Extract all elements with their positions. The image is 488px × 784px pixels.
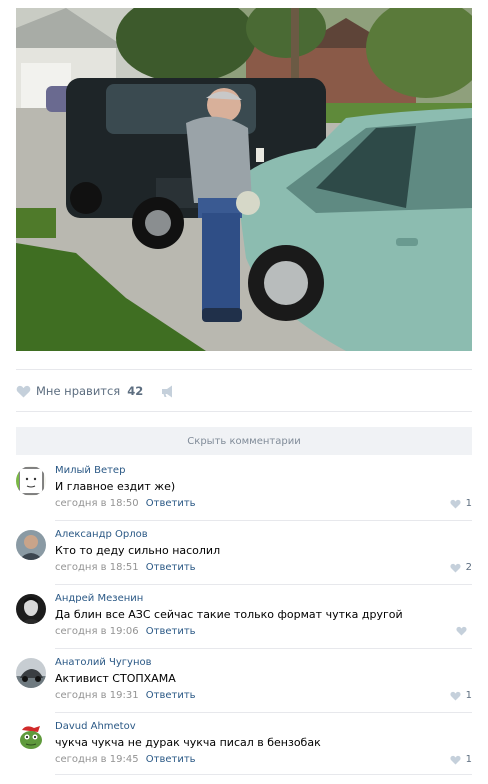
comment-like-count: 1: [465, 754, 472, 765]
comment-text: Активист СТОПХАМА: [55, 672, 176, 685]
avatar-dark-portrait[interactable]: [16, 594, 46, 624]
avatar-frog-cartoon[interactable]: [16, 722, 46, 752]
divider: [16, 369, 472, 370]
divider: [55, 774, 472, 775]
comment-author[interactable]: Davud Ahmetov: [55, 721, 136, 732]
comment-author[interactable]: Анатолий Чугунов: [55, 657, 152, 668]
comment-time[interactable]: сегодня в 19:31: [55, 690, 139, 701]
avatar-sketch-face[interactable]: [16, 466, 46, 496]
comment-text: Да блин все АЗС сейчас такие только форм…: [55, 608, 403, 621]
comment-like-button[interactable]: 1: [450, 498, 472, 509]
comments-list: Милый Ветер И главное ездит же) сегодня …: [16, 456, 472, 776]
comment-like-count: 1: [465, 498, 472, 509]
reply-button[interactable]: Ответить: [146, 690, 196, 701]
comment-time[interactable]: сегодня в 18:51: [55, 562, 139, 573]
divider: [16, 411, 472, 412]
comment-meta: сегодня в 18:50 Ответить: [55, 498, 196, 509]
hide-comments-button[interactable]: Скрыть комментарии: [16, 427, 472, 455]
comment-item: Андрей Мезенин Да блин все АЗС сейчас та…: [16, 584, 472, 648]
comment-author[interactable]: Милый Ветер: [55, 465, 125, 476]
comment-time[interactable]: сегодня в 19:45: [55, 754, 139, 765]
like-label: Мне нравится: [36, 384, 121, 398]
comment-like-button[interactable]: 2: [450, 562, 472, 573]
comment-like-button[interactable]: 1: [450, 754, 472, 765]
post-photo[interactable]: [16, 8, 472, 351]
comment-meta: сегодня в 19:31 Ответить: [55, 690, 196, 701]
hide-comments-label: Скрыть комментарии: [187, 435, 301, 447]
comment-time[interactable]: сегодня в 18:50: [55, 498, 139, 509]
like-count: 42: [127, 384, 144, 398]
comment-meta: сегодня в 18:51 Ответить: [55, 562, 196, 573]
share-icon[interactable]: [161, 385, 175, 398]
comment-text: Кто то деду сильно насолил: [55, 544, 221, 557]
comment-meta: сегодня в 19:06 Ответить: [55, 626, 196, 637]
comment-meta: сегодня в 19:45 Ответить: [55, 754, 196, 765]
heart-icon: [450, 499, 461, 508]
post-actions: Мне нравится 42: [16, 381, 175, 401]
comment-like-count: 2: [465, 562, 472, 573]
like-button[interactable]: Мне нравится 42: [16, 384, 143, 398]
heart-icon: [16, 385, 31, 398]
avatar-car-photo[interactable]: [16, 658, 46, 688]
heart-icon: [450, 563, 461, 572]
comment-like-count: 1: [465, 690, 472, 701]
reply-button[interactable]: Ответить: [146, 498, 196, 509]
comment-item: Александр Орлов Кто то деду сильно насол…: [16, 520, 472, 584]
heart-icon: [450, 755, 461, 764]
avatar-man-photo[interactable]: [16, 530, 46, 560]
comment-item: Davud Ahmetov чукча чукча не дурак чукча…: [16, 712, 472, 776]
comment-author[interactable]: Александр Орлов: [55, 529, 148, 540]
comment-text: чукча чукча не дурак чукча писал в бензо…: [55, 736, 321, 749]
comment-author[interactable]: Андрей Мезенин: [55, 593, 143, 604]
comment-text: И главное ездит же): [55, 480, 176, 493]
comment-time[interactable]: сегодня в 19:06: [55, 626, 139, 637]
reply-button[interactable]: Ответить: [146, 562, 196, 573]
comment-like-button[interactable]: 1: [450, 690, 472, 701]
post-photo-image: [16, 8, 472, 351]
heart-icon: [450, 691, 461, 700]
comment-like-button[interactable]: [456, 626, 472, 636]
comment-item: Милый Ветер И главное ездит же) сегодня …: [16, 456, 472, 520]
reply-button[interactable]: Ответить: [146, 754, 196, 765]
comment-item: Анатолий Чугунов Активист СТОПХАМА сегод…: [16, 648, 472, 712]
reply-button[interactable]: Ответить: [146, 626, 196, 637]
heart-icon: [456, 626, 467, 636]
